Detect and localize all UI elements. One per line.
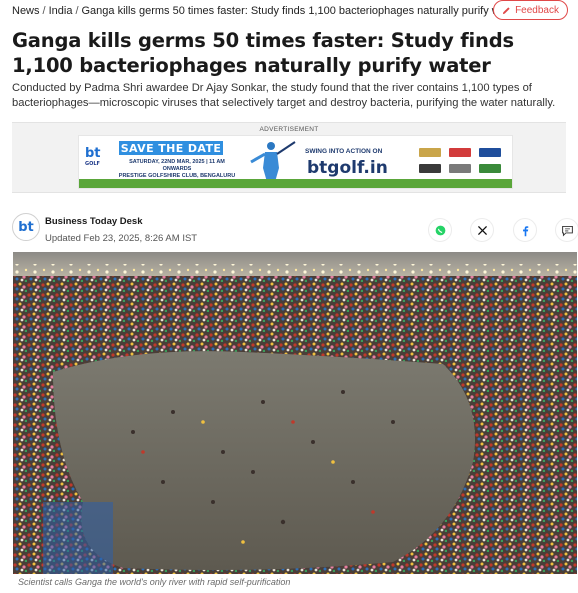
bt-golf-logo: bt GOLF <box>85 146 105 167</box>
sponsor-logo <box>449 164 471 173</box>
ad-save-the-date: SAVE THE DATE <box>119 141 223 155</box>
breadcrumb-separator: / <box>42 5 46 17</box>
x-icon <box>477 225 487 235</box>
article-hero-image <box>13 252 577 574</box>
comment-icon <box>561 225 573 237</box>
sponsor-logo <box>419 148 441 157</box>
ad-date-venue: SATURDAY, 22ND MAR, 2025 | 11 AM ONWARDS… <box>115 159 239 180</box>
whatsapp-icon <box>435 225 445 235</box>
article-headline: Ganga kills germs 50 times faster: Study… <box>12 29 514 77</box>
pencil-icon <box>502 6 510 14</box>
avatar[interactable]: bt <box>12 213 40 241</box>
ad-banner[interactable]: bt GOLF SAVE THE DATE SATURDAY, 22ND MAR,… <box>78 135 513 189</box>
image-caption: Scientist calls Ganga the world's only r… <box>18 577 291 587</box>
ad-date-line: SATURDAY, 22ND MAR, 2025 | 11 AM ONWARDS <box>129 159 225 172</box>
sponsor-logo <box>449 148 471 157</box>
article-summary: Conducted by Padma Shri awardee Dr Ajay … <box>12 82 556 109</box>
breadcrumb-india[interactable]: India <box>49 5 73 17</box>
updated-timestamp: Updated Feb 23, 2025, 8:26 AM IST <box>45 233 198 244</box>
comment-button[interactable] <box>555 218 578 242</box>
breadcrumb: News / India / Ganga kills germs 50 times fa… <box>12 5 568 17</box>
author-row: bt Business Today Desk Updated Feb 23, 2… <box>12 206 578 246</box>
ad-site: btgolf.in <box>307 158 388 178</box>
facebook-share-button[interactable] <box>513 218 537 242</box>
facebook-icon <box>522 225 528 236</box>
whatsapp-share-button[interactable] <box>428 218 452 242</box>
author-name[interactable]: Business Today Desk <box>45 216 143 227</box>
top-bar: News / India / Ganga kills germs 50 times fa… <box>12 0 568 22</box>
sponsor-logos <box>409 140 509 178</box>
breadcrumb-news[interactable]: News <box>12 5 40 17</box>
sponsor-logo <box>419 164 441 173</box>
crowd-river-photo <box>13 252 577 574</box>
feedback-label: Feedback <box>515 4 559 16</box>
x-share-button[interactable] <box>470 218 494 242</box>
feedback-button[interactable]: Feedback <box>493 0 568 20</box>
advertisement-label: ADVERTISEMENT <box>259 126 319 133</box>
advertisement-slot: ADVERTISEMENT bt GOLF SAVE THE DATE SATUR… <box>12 122 566 193</box>
ad-green-stripe <box>79 179 512 188</box>
bt-golf-logo-mark: bt <box>85 146 101 161</box>
sponsor-logo <box>479 148 501 157</box>
bt-golf-logo-sub: GOLF <box>85 161 100 167</box>
sponsor-logo <box>479 164 501 173</box>
breadcrumb-separator: / <box>75 5 79 17</box>
golfer-illustration <box>241 138 301 182</box>
breadcrumb-current: Ganga kills germs 50 times faster: Study… <box>81 5 519 17</box>
ad-swing-line: SWING INTO ACTION ON <box>305 148 383 155</box>
